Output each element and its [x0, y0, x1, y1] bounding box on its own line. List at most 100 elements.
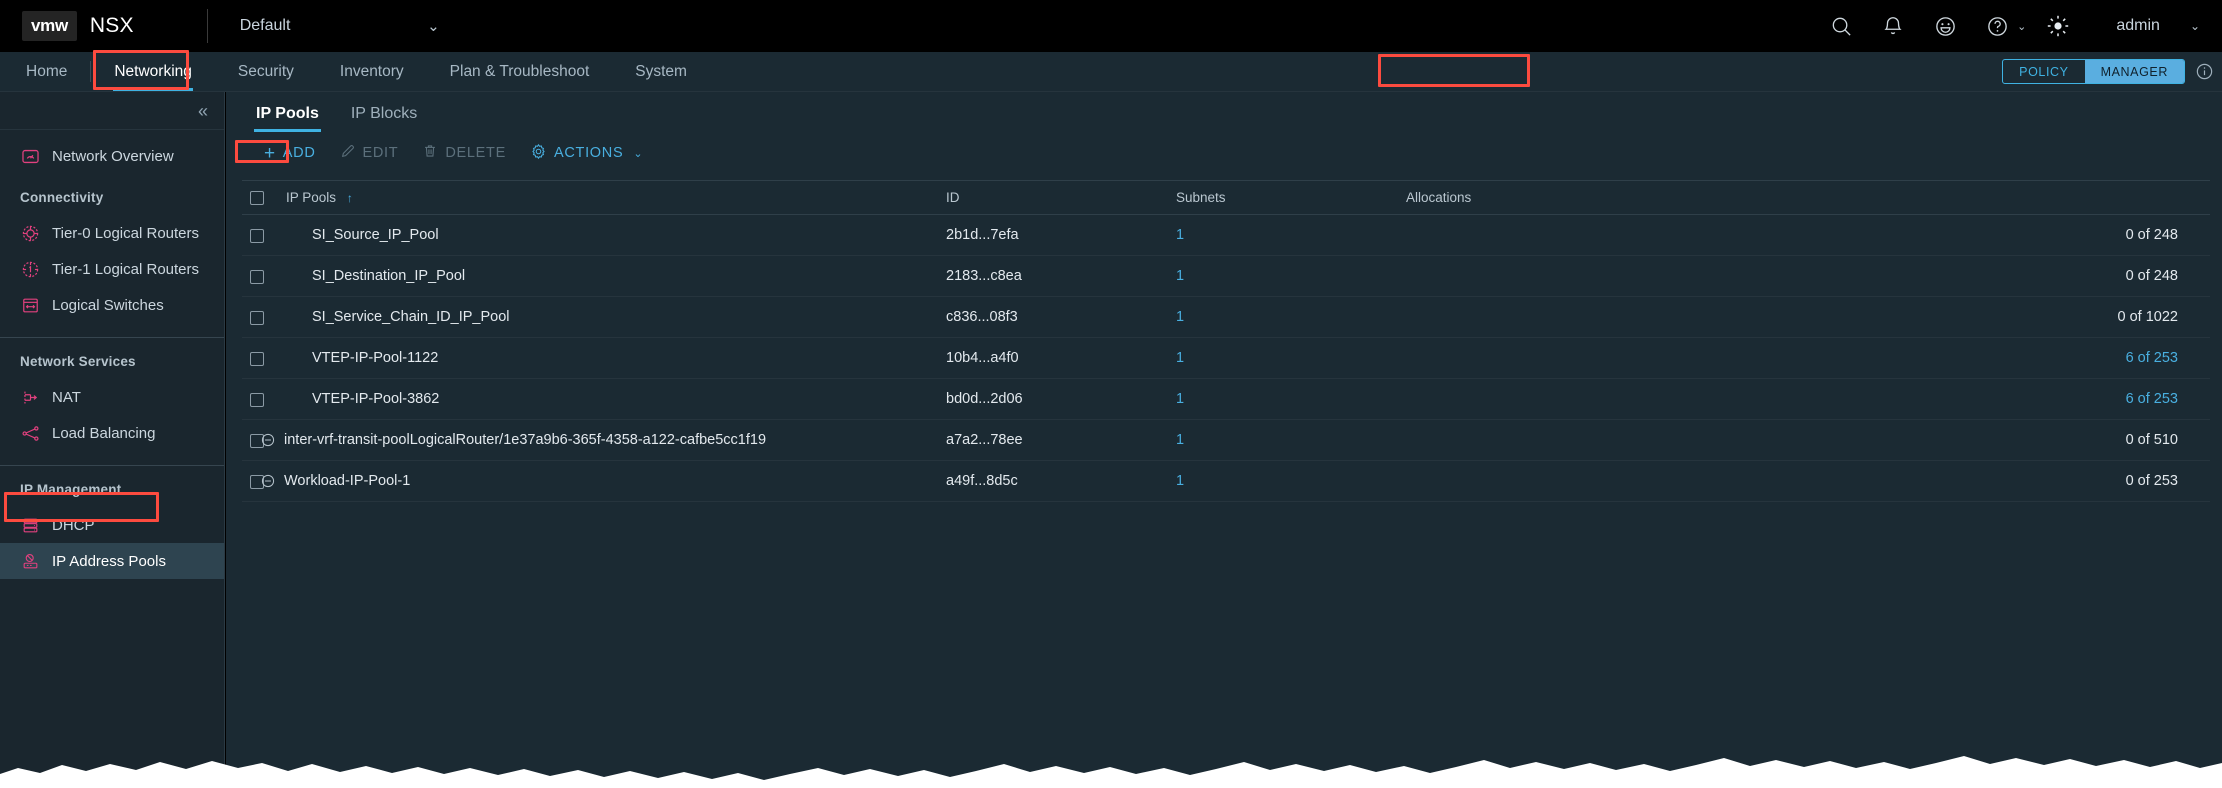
cell-ip-pool-name: SI_Destination_IP_Pool: [286, 255, 946, 298]
tier0-router-icon: [20, 223, 40, 243]
sidebar-item-load-balancing[interactable]: Load Balancing: [0, 415, 224, 451]
cell-allocations: 0 of 253: [1406, 460, 2210, 503]
sidebar-item-label: IP Address Pools: [52, 552, 166, 570]
column-header-id[interactable]: ID: [946, 181, 1176, 216]
read-only-no-edit-icon: [260, 432, 276, 448]
sort-ascending-icon: ↑: [346, 191, 353, 206]
subnets-link[interactable]: 1: [1176, 350, 1184, 366]
sidebar-item-tier-1-logical-routers[interactable]: Tier-1 Logical Routers: [0, 251, 224, 287]
table-header-row: IP Pools ↑ ID Subnets Allocations: [242, 181, 2210, 216]
info-circle-icon[interactable]: [2195, 62, 2214, 81]
cell-ip-pool-name: SI_Source_IP_Pool: [286, 214, 946, 257]
header-divider: [206, 9, 208, 43]
row-checkbox[interactable]: [250, 392, 264, 407]
table-row[interactable]: SI_Destination_IP_Pool 2183...c8ea 1 0 o…: [242, 255, 2210, 298]
allocations-value: 0 of 253: [2125, 473, 2178, 490]
sidebar-item-label: Tier-1 Logical Routers: [52, 260, 200, 278]
allocations-value[interactable]: 6 of 253: [2126, 350, 2178, 366]
table-action-toolbar: + ADD EDIT DELETE ACTIONS ⌄: [226, 132, 2222, 174]
subnets-link[interactable]: 1: [1176, 391, 1184, 407]
tab-ip-pools[interactable]: IP Pools: [240, 105, 335, 132]
ip-address-pool-icon: [20, 551, 40, 571]
actions-button-label: ACTIONS: [553, 145, 624, 161]
column-header-label: ID: [946, 190, 960, 206]
dhcp-server-icon: [20, 515, 40, 535]
context-selector[interactable]: Default ⌄: [240, 17, 440, 35]
nav-item-system[interactable]: System: [612, 52, 710, 91]
table-row[interactable]: Workload-IP-Pool-1 a49f...8d5c 1 0 of 25…: [242, 460, 2210, 503]
row-select-cell: [242, 378, 286, 421]
notification-bell-icon[interactable]: [1867, 0, 1919, 52]
row-checkbox[interactable]: [250, 310, 264, 325]
nav-item-home[interactable]: Home: [0, 52, 90, 91]
delete-button-label: DELETE: [445, 145, 506, 161]
row-checkbox[interactable]: [250, 228, 264, 243]
row-checkbox[interactable]: [250, 269, 264, 284]
tab-ip-blocks[interactable]: IP Blocks: [335, 105, 433, 132]
subnets-link[interactable]: 1: [1176, 473, 1184, 489]
ip-pool-name-label: SI_Source_IP_Pool: [312, 227, 439, 244]
edit-button[interactable]: EDIT: [328, 138, 411, 168]
edit-button-label: EDIT: [362, 145, 399, 161]
load-balancing-icon: [20, 423, 40, 443]
read-only-no-edit-icon: [260, 473, 276, 489]
search-icon[interactable]: [1815, 0, 1867, 52]
primary-navigation-bar: Home Networking Security Inventory Plan …: [0, 52, 2222, 92]
column-header-label: Allocations: [1406, 190, 1472, 206]
column-header-allocations[interactable]: Allocations: [1406, 181, 2210, 216]
ip-pools-table-container: IP Pools ↑ ID Subnets Allocations SI_Sou…: [242, 180, 2210, 503]
table-row[interactable]: SI_Service_Chain_ID_IP_Pool c836...08f3 …: [242, 296, 2210, 339]
table-row[interactable]: inter-vrf-transit-poolLogicalRouter/1e37…: [242, 419, 2210, 462]
sidebar-item-tier-0-logical-routers[interactable]: Tier-0 Logical Routers: [0, 215, 224, 251]
table-row[interactable]: SI_Source_IP_Pool 2b1d...7efa 1 0 of 248: [242, 214, 2210, 257]
subnets-link[interactable]: 1: [1176, 432, 1184, 448]
nav-item-security[interactable]: Security: [215, 52, 317, 91]
actions-button[interactable]: ACTIONS ⌄: [518, 138, 655, 169]
table-header: IP Pools ↑ ID Subnets Allocations: [242, 181, 2210, 216]
collapse-double-chevron-left-icon[interactable]: «: [198, 102, 208, 120]
sidebar-item-dhcp[interactable]: DHCP: [0, 507, 224, 543]
column-header-ip-pools[interactable]: IP Pools ↑: [286, 181, 946, 216]
subnets-link[interactable]: 1: [1176, 227, 1184, 243]
row-checkbox[interactable]: [250, 351, 264, 366]
nav-item-networking[interactable]: Networking: [91, 52, 215, 91]
table-row[interactable]: VTEP-IP-Pool-1122 10b4...a4f0 1 6 of 253: [242, 337, 2210, 380]
nav-item-inventory[interactable]: Inventory: [317, 52, 427, 91]
subnets-link[interactable]: 1: [1176, 268, 1184, 284]
cell-allocations: 0 of 1022: [1406, 296, 2210, 339]
sidebar-collapse-row: «: [0, 92, 224, 130]
help-menu[interactable]: ⌄: [1971, 0, 2032, 52]
feedback-smiley-icon[interactable]: [1919, 0, 1971, 52]
allocations-value[interactable]: 6 of 253: [2126, 391, 2178, 407]
sidebar-item-nat[interactable]: NAT: [0, 379, 224, 415]
allocations-value: 0 of 510: [2125, 432, 2178, 449]
help-icon[interactable]: [1971, 0, 2023, 52]
add-button-label: ADD: [282, 145, 316, 161]
cell-ip-pool-name: inter-vrf-transit-poolLogicalRouter/1e37…: [261, 419, 946, 462]
sidebar-item-label: Logical Switches: [52, 296, 164, 314]
select-all-checkbox[interactable]: [250, 191, 264, 206]
chevron-down-icon: ⌄: [633, 147, 644, 160]
tab-label: IP Blocks: [350, 105, 418, 122]
column-header-subnets[interactable]: Subnets: [1176, 181, 1406, 216]
policy-manager-toggle[interactable]: POLICY MANAGER: [2002, 59, 2185, 84]
subnets-link[interactable]: 1: [1176, 309, 1184, 325]
theme-brightness-icon[interactable]: [2032, 0, 2084, 52]
ip-pool-name-label: VTEP-IP-Pool-1122: [312, 350, 439, 367]
sidebar-item-label: DHCP: [52, 516, 95, 534]
ip-pool-name-label: SI_Service_Chain_ID_IP_Pool: [312, 309, 510, 326]
nav-item-plan-and-troubleshoot[interactable]: Plan & Troubleshoot: [427, 52, 613, 91]
cell-allocations: 6 of 253: [1406, 337, 2210, 380]
sidebar-item-logical-switches[interactable]: Logical Switches: [0, 287, 224, 323]
policy-toggle-option[interactable]: POLICY: [2003, 60, 2084, 83]
sidebar-item-ip-address-pools[interactable]: IP Address Pools: [0, 543, 224, 579]
context-selector-value: Default: [239, 17, 291, 34]
row-select-cell: [242, 255, 286, 298]
sidebar-overview-group: Network Overview: [0, 130, 224, 174]
table-row[interactable]: VTEP-IP-Pool-3862 bd0d...2d06 1 6 of 253: [242, 378, 2210, 421]
sidebar-item-network-overview[interactable]: Network Overview: [0, 138, 224, 174]
manager-toggle-option[interactable]: MANAGER: [2084, 60, 2184, 83]
delete-button[interactable]: DELETE: [410, 138, 518, 168]
add-button[interactable]: + ADD: [252, 139, 328, 168]
user-menu[interactable]: admin ⌄: [2116, 17, 2200, 35]
